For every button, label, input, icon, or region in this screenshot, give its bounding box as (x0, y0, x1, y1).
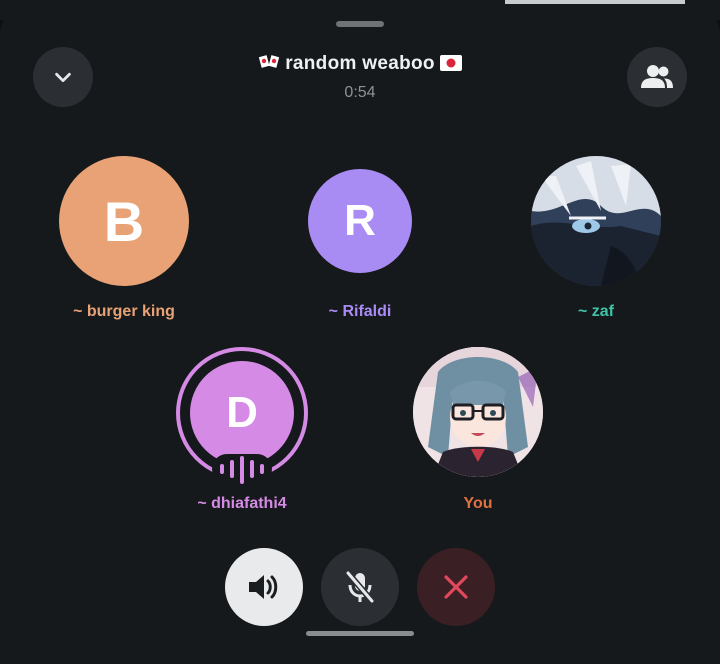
avatar[interactable] (413, 347, 543, 477)
speaker-button[interactable] (225, 548, 303, 626)
participant-name: ~ zaf (577, 303, 614, 320)
participants-button[interactable] (627, 47, 687, 107)
minimize-button[interactable] (33, 47, 93, 107)
profile-photo-anime (531, 156, 661, 286)
profile-photo-anime (413, 347, 543, 477)
japan-flag-icon (440, 55, 463, 77)
chevron-down-icon (55, 72, 71, 83)
avatar[interactable] (531, 156, 661, 286)
mute-button[interactable] (321, 548, 399, 626)
participant-name: ~ dhiafathi4 (197, 495, 287, 512)
people-icon (641, 65, 673, 88)
speaker-icon (249, 575, 278, 599)
participant-name: You (463, 495, 493, 512)
speaking-wave-icon (212, 454, 272, 484)
flag-decoration-icon (258, 53, 280, 77)
avatar[interactable]: R (308, 169, 412, 273)
participant-name: ~ Rifaldi (328, 303, 392, 320)
call-title: random weaboo (200, 53, 520, 77)
avatar[interactable]: B (59, 156, 189, 286)
home-indicator (306, 631, 414, 636)
mic-off-icon (345, 571, 375, 603)
call-timer: 0:54 (344, 84, 376, 101)
participant-name: ~ burger king (73, 303, 175, 320)
avatar-initial: D (226, 388, 258, 437)
avatar[interactable]: D (190, 361, 294, 465)
avatar-initial: R (344, 196, 376, 245)
avatar-initial: B (103, 189, 145, 253)
drag-handle[interactable] (336, 21, 384, 27)
call-title-text: random weaboo (285, 53, 435, 74)
close-icon (444, 575, 468, 599)
end-call-button[interactable] (417, 548, 495, 626)
